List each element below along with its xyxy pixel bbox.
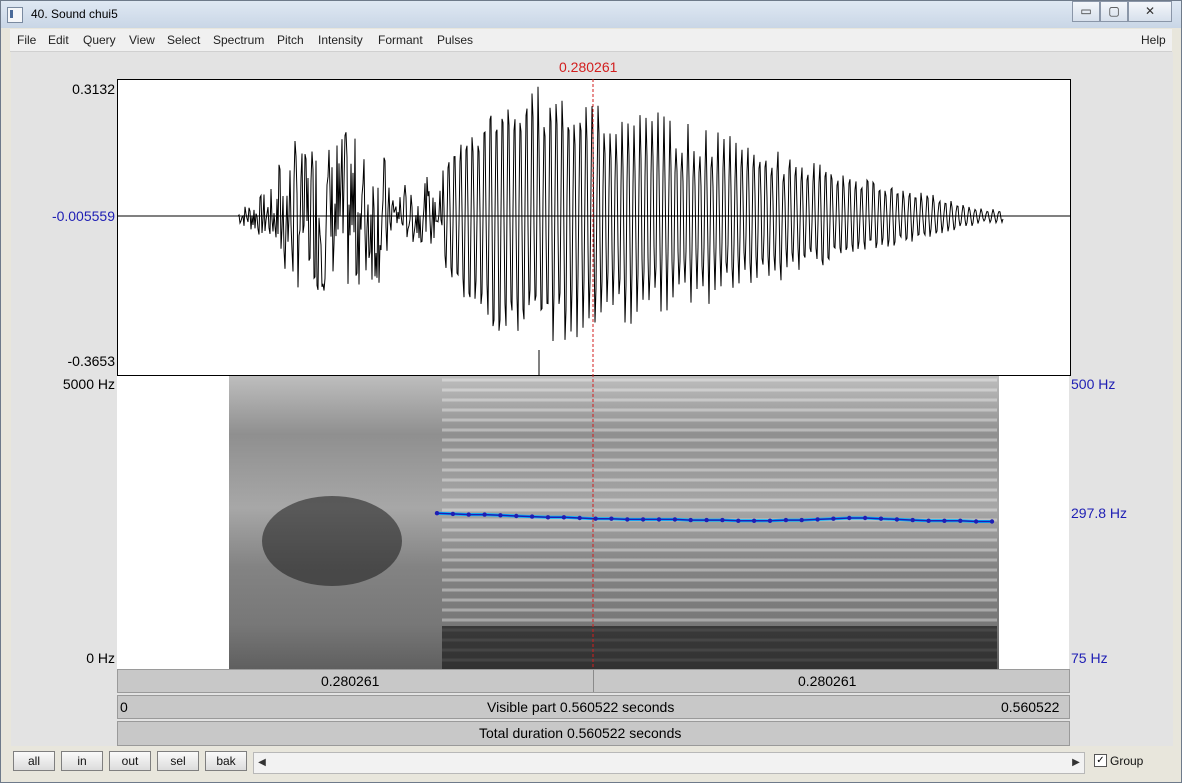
zoom-back-button[interactable]: bak [205,751,247,771]
menu-bar: File Edit Query View Select Spectrum Pit… [10,29,1172,52]
sound-editor-area: 0.280261 0.3132 -0.005559 -0.3653 5000 H… [11,52,1173,746]
visible-part-bar[interactable]: 0 Visible part 0.560522 seconds 0.560522 [117,695,1070,719]
scroll-right-icon[interactable]: ▶ [1068,753,1084,773]
time-scrollbar[interactable]: ◀ ▶ [253,752,1085,774]
group-checkbox[interactable]: ✓ [1094,754,1107,767]
left-segment-duration: 0.280261 [321,673,380,689]
visible-start: 0 [120,699,128,715]
window-title: 40. Sound chui5 [31,7,118,21]
maximize-button[interactable]: ▢ [1100,1,1128,22]
cursor-overlay [592,79,594,668]
menu-file[interactable]: File [17,33,36,47]
bottom-toolbar: all in out sel bak ◀ ▶ ✓ Group [10,747,1172,779]
menu-edit[interactable]: Edit [48,33,69,47]
segment-bar[interactable]: 0.280261 0.280261 [117,669,1070,693]
menu-pitch[interactable]: Pitch [277,33,304,47]
close-button[interactable]: ✕ [1128,1,1172,22]
visible-part-label: Visible part 0.560522 seconds [487,699,675,715]
minimize-button[interactable]: ▭ [1072,1,1100,22]
title-bar: 40. Sound chui5 ▭ ▢ ✕ [1,1,1181,28]
menu-select[interactable]: Select [167,33,200,47]
menu-query[interactable]: Query [83,33,116,47]
menu-pulses[interactable]: Pulses [437,33,473,47]
visible-end: 0.560522 [1001,699,1060,715]
menu-spectrum[interactable]: Spectrum [213,33,264,47]
total-duration-label: Total duration 0.560522 seconds [479,725,682,741]
scroll-left-icon[interactable]: ◀ [254,753,270,773]
menu-intensity[interactable]: Intensity [318,33,363,47]
menu-formant[interactable]: Formant [378,33,423,47]
segment-divider [593,670,594,692]
menu-help[interactable]: Help [1141,33,1166,47]
group-label: Group [1110,754,1144,768]
menu-view[interactable]: View [129,33,155,47]
zoom-all-button[interactable]: all [13,751,55,771]
app-icon [7,7,23,23]
total-duration-bar[interactable]: Total duration 0.560522 seconds [117,721,1070,746]
zoom-in-button[interactable]: in [61,751,103,771]
praat-sound-window: 40. Sound chui5 ▭ ▢ ✕ File Edit Query Vi… [0,0,1182,783]
zoom-out-button[interactable]: out [109,751,151,771]
zoom-selection-button[interactable]: sel [157,751,199,771]
right-segment-duration: 0.280261 [798,673,857,689]
